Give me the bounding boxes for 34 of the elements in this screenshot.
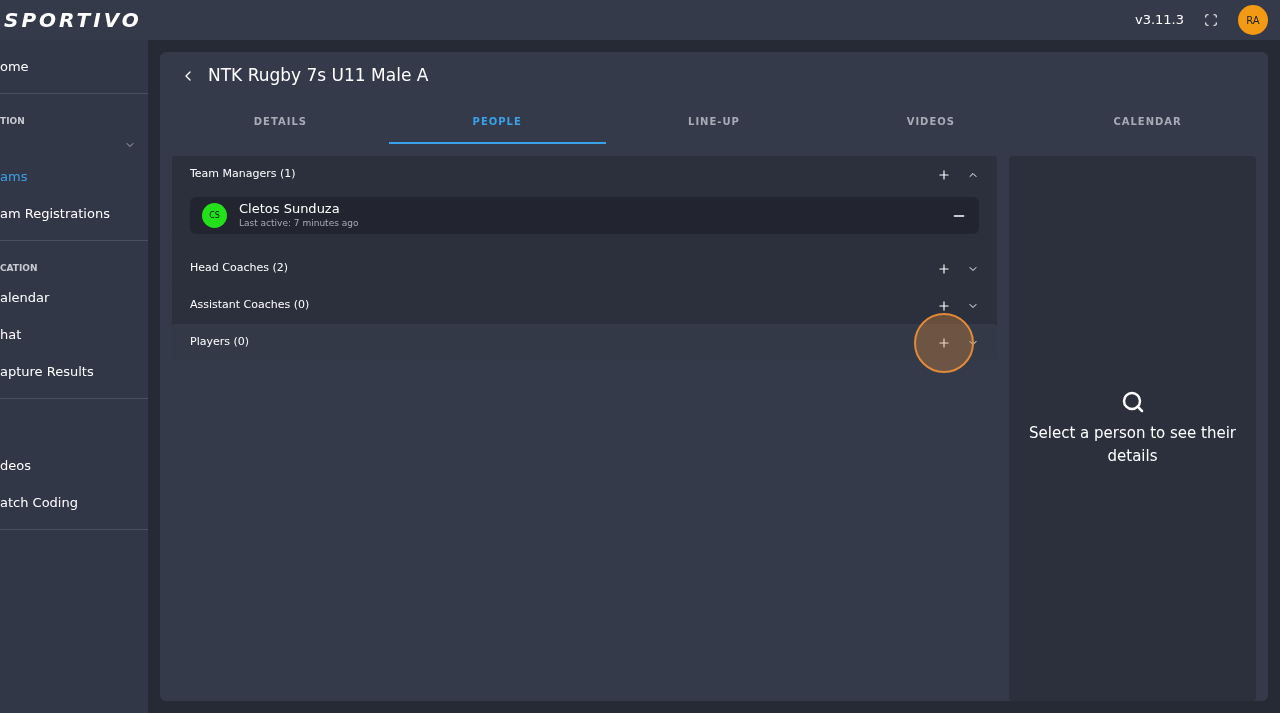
sidebar-item[interactable]: hat xyxy=(0,316,148,353)
logo: SPORTIVO xyxy=(4,7,142,34)
section-heading: CATION xyxy=(0,261,39,275)
sidebar-item[interactable]: deos xyxy=(0,447,148,484)
add-icon[interactable] xyxy=(937,335,951,350)
sidebar-item[interactable]: atch Coding xyxy=(0,484,148,521)
person-avatar: CS xyxy=(202,203,227,228)
sidebar-item[interactable]: apture Results xyxy=(0,353,148,390)
tab[interactable]: PEOPLE xyxy=(388,100,606,144)
person-name: Cletos Sunduza xyxy=(239,200,341,217)
sidebar-item[interactable]: ome xyxy=(0,48,148,85)
tab[interactable]: LINE-UP xyxy=(605,100,823,144)
section-title: Team Managers (1) xyxy=(190,166,297,183)
person-row[interactable]: CS Cletos Sunduza Last active: 7 minutes ago xyxy=(190,197,979,234)
section-title: Assistant Coaches (0) xyxy=(190,297,311,314)
page-title: NTK Rugby 7s U11 Male A xyxy=(208,64,429,88)
add-icon[interactable] xyxy=(937,167,951,182)
tab[interactable]: DETAILS xyxy=(172,100,389,144)
add-icon[interactable] xyxy=(937,298,951,313)
tab[interactable]: CALENDAR xyxy=(1039,100,1256,144)
sidebar-item[interactable]: am Registrations xyxy=(0,195,148,232)
section-title: Head Coaches (2) xyxy=(190,260,289,277)
sidebar-item[interactable]: alendar xyxy=(0,279,148,316)
search-icon xyxy=(1120,390,1145,414)
fullscreen-icon[interactable] xyxy=(1204,13,1218,27)
version-label: v3.11.3 xyxy=(1134,11,1184,30)
section-title: Players (0) xyxy=(190,334,251,351)
user-avatar[interactable]: RA xyxy=(1238,5,1268,35)
sidebar-item[interactable]: ams xyxy=(0,158,148,195)
tab[interactable]: VIDEOS xyxy=(822,100,1040,144)
empty-state-message: Select a person to see their details xyxy=(1028,423,1237,467)
section-heading: TION xyxy=(0,114,26,128)
add-icon[interactable] xyxy=(937,261,951,276)
last-active-text: Last active: 7 minutes ago xyxy=(239,216,360,230)
